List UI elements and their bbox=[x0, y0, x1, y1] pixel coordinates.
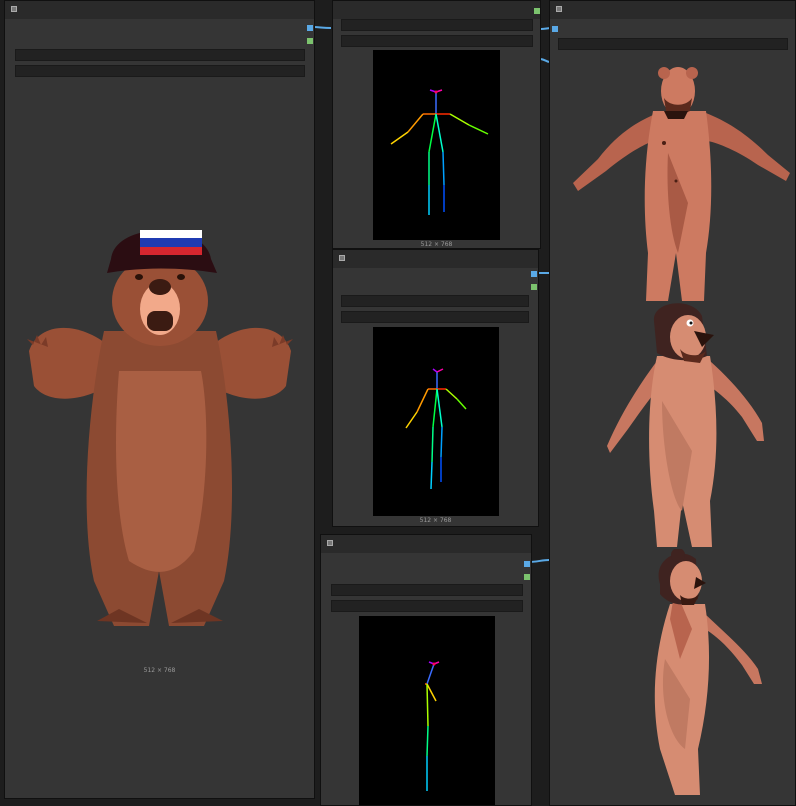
image-size-label: 512 × 768 bbox=[420, 241, 453, 248]
preview-output-node[interactable] bbox=[549, 0, 796, 806]
image-size-label: 512 × 768 bbox=[419, 517, 452, 524]
image-input-port[interactable] bbox=[552, 26, 558, 32]
detect-options-field[interactable] bbox=[331, 600, 523, 612]
upload-field[interactable] bbox=[15, 65, 305, 77]
pose-preview-image-2 bbox=[373, 327, 499, 516]
resolution-field[interactable] bbox=[341, 19, 533, 31]
pose-preprocessor-node-1[interactable]: 512 × 768 bbox=[332, 0, 541, 249]
pose-preprocessor-node-2[interactable]: 512 × 768 bbox=[332, 249, 539, 527]
output-image-1 bbox=[573, 67, 790, 301]
pose-preprocessor-node-3[interactable] bbox=[320, 534, 532, 806]
mask-output-port[interactable] bbox=[524, 574, 530, 580]
bear-image-preview bbox=[27, 230, 293, 626]
output-image-2 bbox=[607, 303, 764, 547]
image-output-port[interactable] bbox=[524, 561, 530, 567]
output-options-field[interactable] bbox=[558, 38, 788, 50]
node-header[interactable] bbox=[333, 250, 538, 268]
pose-preview-image-1 bbox=[373, 50, 500, 240]
detect-options-field[interactable] bbox=[341, 35, 533, 47]
load-image-node[interactable]: 512 × 768 bbox=[4, 0, 315, 799]
detect-options-field[interactable] bbox=[341, 311, 529, 323]
image-size-label: 512 × 768 bbox=[143, 667, 176, 674]
node-graph-canvas[interactable]: 512 × 768 512 × 768 512 × 768 bbox=[0, 0, 796, 806]
image-output-port[interactable] bbox=[531, 271, 537, 277]
image-output-port[interactable] bbox=[307, 25, 313, 31]
mask-output-port[interactable] bbox=[307, 38, 313, 44]
node-header[interactable] bbox=[550, 1, 795, 19]
pose-preview-image-3 bbox=[359, 616, 495, 805]
mask-output-port[interactable] bbox=[531, 284, 537, 290]
image-filename-field[interactable] bbox=[15, 49, 305, 61]
node-collapse-toggle[interactable] bbox=[327, 540, 333, 546]
node-collapse-toggle[interactable] bbox=[556, 6, 562, 12]
node-collapse-toggle[interactable] bbox=[339, 255, 345, 261]
node-header[interactable] bbox=[333, 1, 540, 19]
mask-output-port[interactable] bbox=[534, 8, 540, 14]
output-image-3 bbox=[654, 549, 762, 795]
resolution-field[interactable] bbox=[331, 584, 523, 596]
resolution-field[interactable] bbox=[341, 295, 529, 307]
node-header[interactable] bbox=[5, 1, 314, 19]
node-header[interactable] bbox=[321, 535, 531, 553]
node-collapse-toggle[interactable] bbox=[11, 6, 17, 12]
